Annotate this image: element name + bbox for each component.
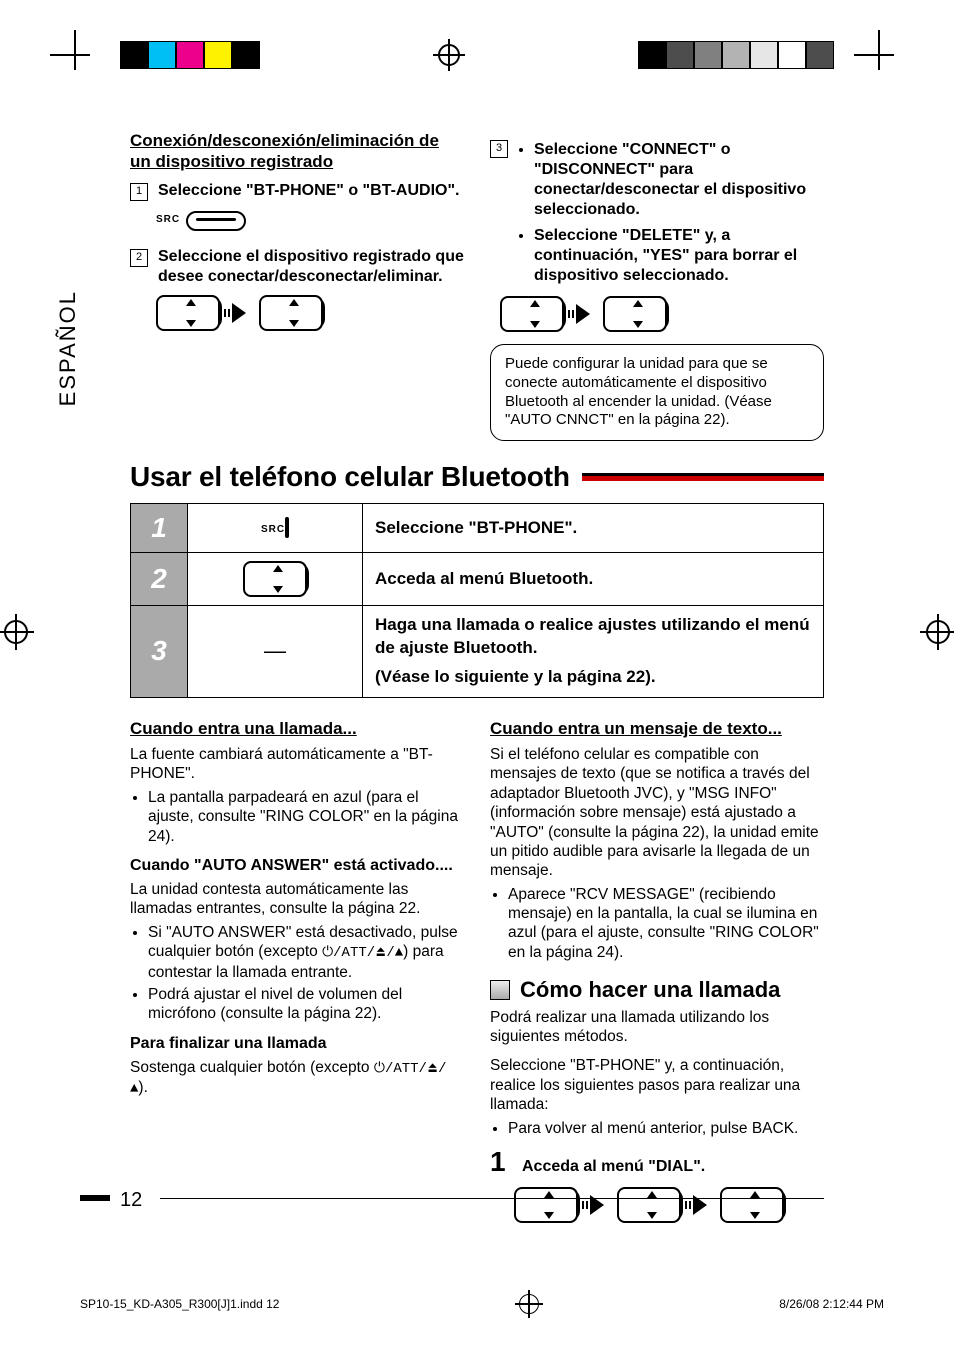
control-knob-icon bbox=[514, 1187, 578, 1223]
section-title-text: Usar el teléfono celular Bluetooth bbox=[130, 461, 570, 493]
button-pill-icon bbox=[186, 211, 246, 231]
language-tab: ESPAÑOL bbox=[55, 290, 81, 406]
lower-left-col: Cuando entra una llamada... La fuente ca… bbox=[130, 712, 464, 1223]
title-rule bbox=[582, 473, 824, 481]
section-title: Usar el teléfono celular Bluetooth bbox=[130, 461, 824, 493]
registration-target-icon bbox=[519, 1294, 539, 1314]
boxed-step-number: 1 bbox=[130, 183, 148, 201]
step-bullet: Seleccione "CONNECT" o "DISCONNECT" para… bbox=[534, 140, 824, 220]
imprint-line: SP10-15_KD-A305_R300[J]1.indd 12 8/26/08… bbox=[80, 1294, 884, 1314]
step-row: 3 Seleccione "CONNECT" o "DISCONNECT" pa… bbox=[490, 138, 824, 288]
step-text: Seleccione el dispositivo registrado que… bbox=[158, 247, 464, 287]
upper-left-col: Conexión/desconexión/eliminación de un d… bbox=[130, 130, 464, 441]
list-item: Podrá ajustar el nivel de volumen del mi… bbox=[148, 985, 464, 1024]
table-step-number: 1 bbox=[131, 504, 188, 553]
control-knob-icon bbox=[500, 296, 564, 332]
table-instruction-line: (Véase lo siguiente y la página 22). bbox=[375, 666, 811, 689]
paragraph-head: Sostenga cualquier botón (excepto bbox=[130, 1059, 374, 1076]
table-row: 3 — Haga una llamada o realice ajustes u… bbox=[131, 606, 824, 698]
table-control-cell bbox=[188, 553, 363, 606]
page: ESPAÑOL Conexión/desconexión/eliminación… bbox=[0, 0, 954, 1352]
table-step-number: 3 bbox=[131, 606, 188, 698]
square-heading: Cómo hacer una llamada bbox=[490, 976, 824, 1004]
upper-left-heading: Conexión/desconexión/eliminación de un d… bbox=[130, 130, 464, 173]
step-number: 1 bbox=[490, 1144, 514, 1179]
subheading: Cuando entra un mensaje de texto... bbox=[490, 718, 824, 739]
table-row: 1 SRC Seleccione "BT-PHONE". bbox=[131, 504, 824, 553]
registration-target-icon bbox=[438, 44, 460, 66]
cropmark-icon bbox=[60, 40, 90, 70]
arrow-right-icon bbox=[232, 303, 246, 323]
colorbar-right bbox=[638, 41, 834, 69]
bold-subheading: Cuando "AUTO ANSWER" está activado.... bbox=[130, 856, 464, 876]
step-text: Seleccione "BT-PHONE" o "BT-AUDIO". bbox=[158, 181, 460, 201]
step-text: Acceda al menú "DIAL". bbox=[522, 1157, 705, 1177]
numbered-step: 1 Acceda al menú "DIAL". bbox=[490, 1144, 824, 1179]
cropmark-icon bbox=[864, 40, 894, 70]
paragraph: La unidad contesta automáticamente las l… bbox=[130, 880, 464, 919]
control-knob-icon bbox=[259, 295, 323, 331]
button-glyph: ⏻/ATT/⏏/▲ bbox=[322, 945, 403, 961]
upper-right-col: 3 Seleccione "CONNECT" o "DISCONNECT" pa… bbox=[490, 130, 824, 441]
arrow-right-icon bbox=[576, 304, 590, 324]
src-label: SRC bbox=[261, 524, 285, 535]
colorbar-left bbox=[120, 41, 260, 69]
table-row: 2 Acceda al menú Bluetooth. bbox=[131, 553, 824, 606]
steps-table: 1 SRC Seleccione "BT-PHONE". 2 Acceda al… bbox=[130, 503, 824, 698]
control-sequence bbox=[514, 1187, 824, 1223]
control-knob-icon bbox=[617, 1187, 681, 1223]
registration-target-icon bbox=[926, 620, 950, 644]
paragraph: Si el teléfono celular es compatible con… bbox=[490, 745, 824, 881]
paragraph: La fuente cambiará automáticamente a "BT… bbox=[130, 745, 464, 784]
print-marks-top bbox=[0, 40, 954, 70]
boxed-step-number: 3 bbox=[490, 140, 508, 158]
control-sequence bbox=[156, 295, 464, 331]
table-instruction: Acceda al menú Bluetooth. bbox=[363, 553, 824, 606]
paragraph: Podrá realizar una llamada utilizando lo… bbox=[490, 1008, 824, 1047]
imprint-file: SP10-15_KD-A305_R300[J]1.indd 12 bbox=[80, 1297, 279, 1311]
step-bullet: Seleccione "DELETE" y, a continuación, "… bbox=[534, 226, 824, 286]
list-item: La pantalla parpadeará en azul (para el … bbox=[148, 788, 464, 846]
imprint-date: 8/26/08 2:12:44 PM bbox=[779, 1297, 884, 1311]
control-knob-icon bbox=[243, 561, 307, 597]
paragraph: Seleccione "BT-PHONE" y, a continuación,… bbox=[490, 1056, 824, 1114]
table-control-cell: SRC bbox=[188, 504, 363, 553]
src-label: SRC bbox=[156, 214, 180, 227]
subheading: Cuando entra una llamada... bbox=[130, 718, 464, 739]
table-control-cell: — bbox=[188, 606, 363, 698]
upper-columns: Conexión/desconexión/eliminación de un d… bbox=[130, 130, 824, 441]
step-row: 1 Seleccione "BT-PHONE" o "BT-AUDIO". bbox=[130, 181, 464, 201]
registration-target-icon bbox=[4, 620, 28, 644]
page-number: 12 bbox=[120, 1189, 142, 1212]
boxed-step-number: 2 bbox=[130, 249, 148, 267]
bold-subheading: Para finalizar una llamada bbox=[130, 1034, 464, 1054]
page-footer-rule bbox=[80, 1196, 824, 1200]
content-area: ESPAÑOL Conexión/desconexión/eliminación… bbox=[130, 130, 824, 1252]
list-item: Si "AUTO ANSWER" está desactivado, pulse… bbox=[148, 923, 464, 982]
control-knob-icon bbox=[156, 295, 220, 331]
control-knob-icon bbox=[720, 1187, 784, 1223]
table-step-number: 2 bbox=[131, 553, 188, 606]
control-sequence bbox=[500, 296, 824, 332]
step-row: 2 Seleccione el dispositivo registrado q… bbox=[130, 247, 464, 287]
list-item: Aparece "RCV MESSAGE" (recibiendo mensaj… bbox=[508, 885, 824, 963]
table-instruction-line: Haga una llamada o realice ajustes utili… bbox=[375, 614, 811, 660]
lower-right-col: Cuando entra un mensaje de texto... Si e… bbox=[490, 712, 824, 1223]
note-box: Puede configurar la unidad para que se c… bbox=[490, 344, 824, 441]
control-knob-icon bbox=[603, 296, 667, 332]
paragraph: Sostenga cualquier botón (excepto ⏻/ATT/… bbox=[130, 1058, 464, 1099]
table-instruction: Haga una llamada o realice ajustes utili… bbox=[363, 606, 824, 698]
list-item: Para volver al menú anterior, pulse BACK… bbox=[508, 1119, 824, 1138]
src-button-graphic: SRC bbox=[156, 211, 246, 231]
button-pill-icon bbox=[285, 517, 289, 538]
lower-columns: Cuando entra una llamada... La fuente ca… bbox=[130, 712, 824, 1223]
paragraph-tail: ). bbox=[138, 1079, 147, 1096]
table-instruction: Seleccione "BT-PHONE". bbox=[363, 504, 824, 553]
square-heading-text: Cómo hacer una llamada bbox=[520, 976, 780, 1004]
square-bullet-icon bbox=[490, 980, 510, 1000]
